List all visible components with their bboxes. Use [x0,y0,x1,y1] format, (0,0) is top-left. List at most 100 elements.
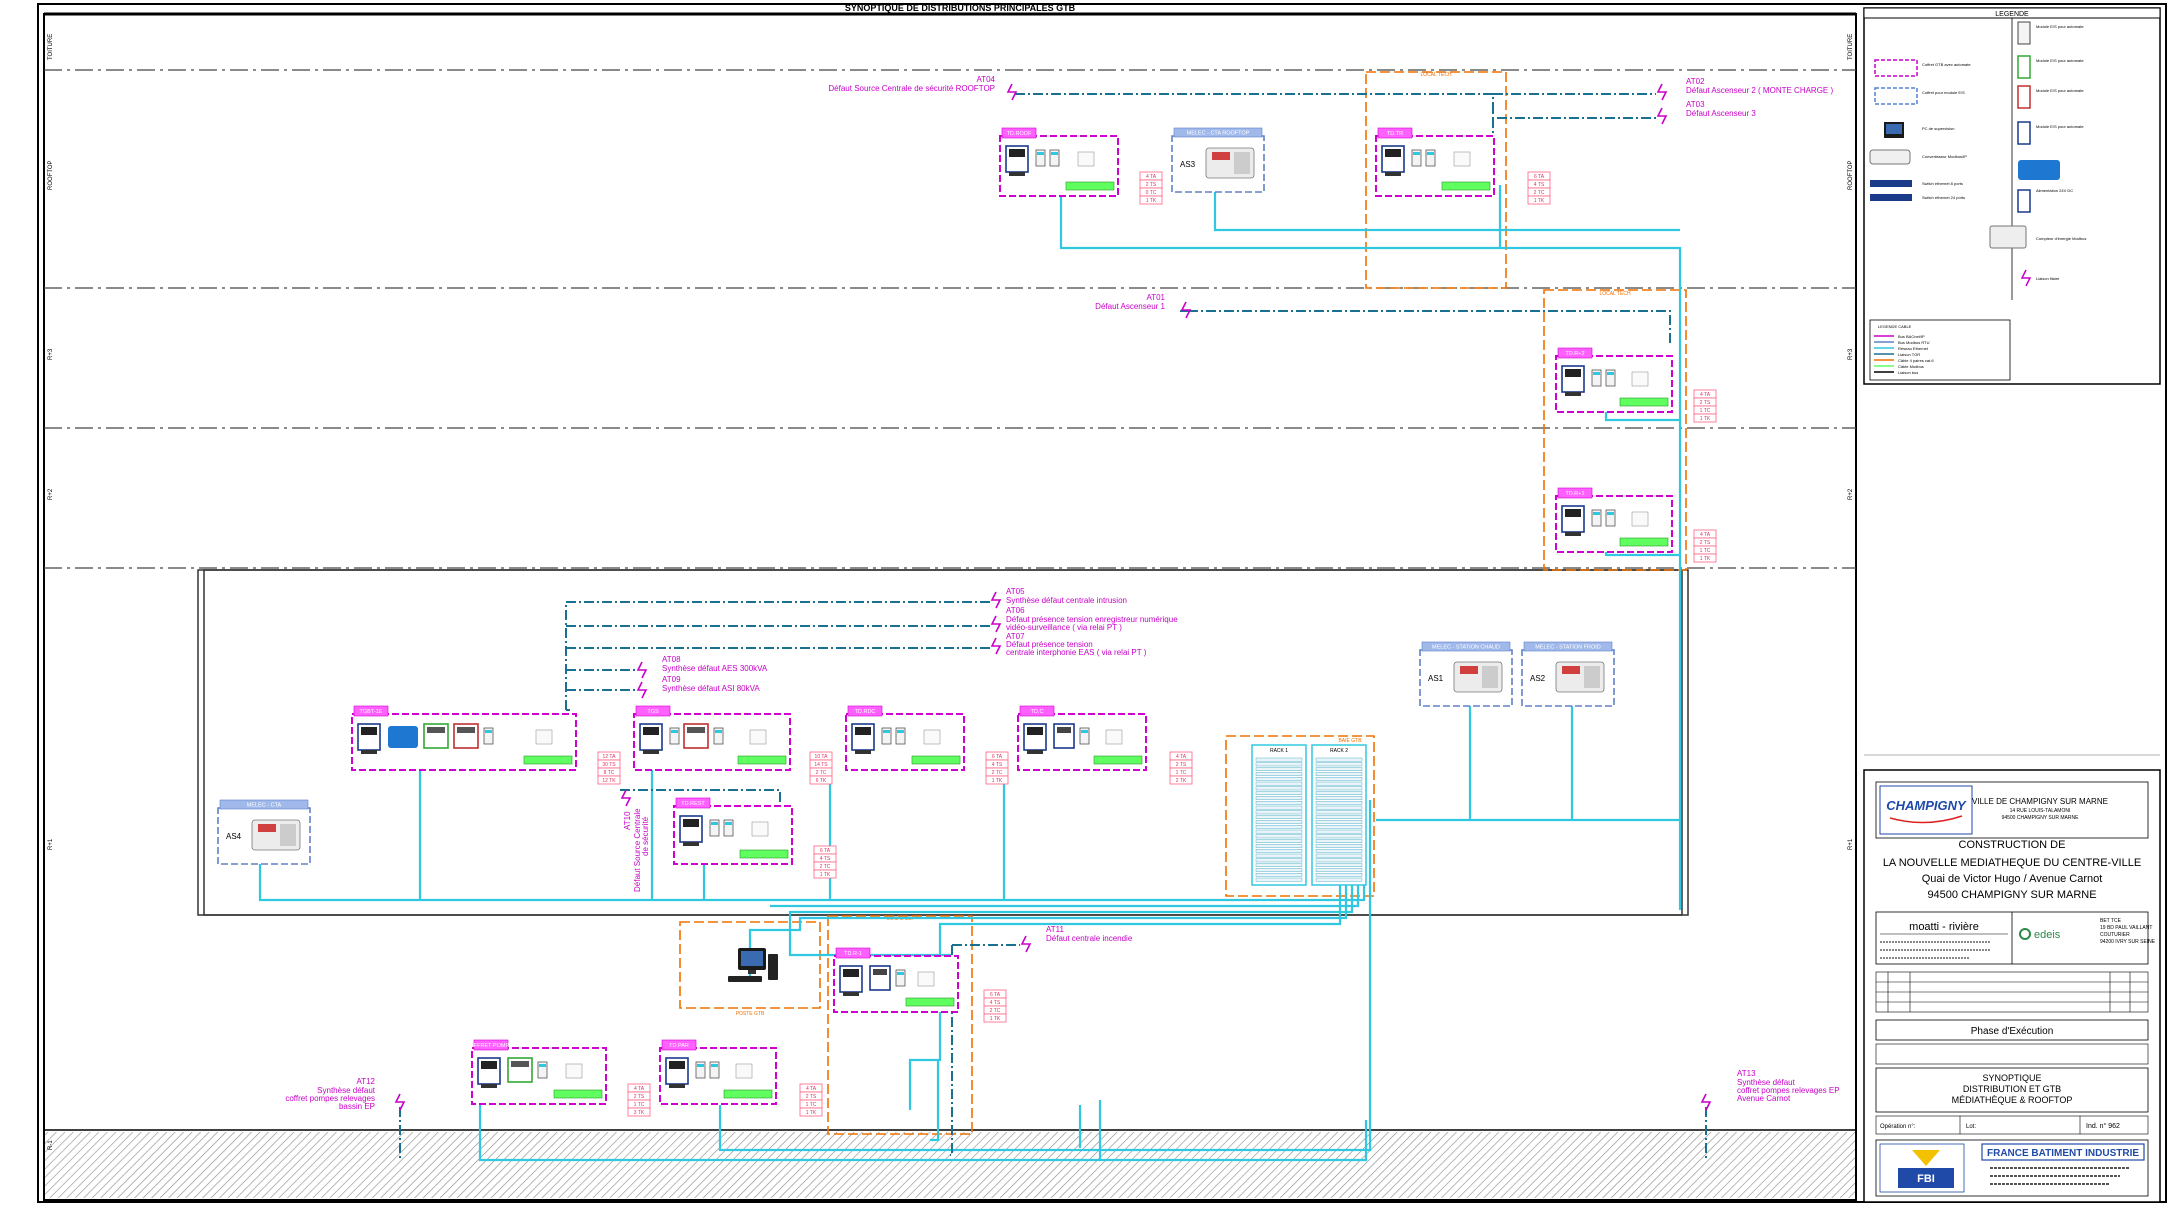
project-line-1: CONSTRUCTION DE [1959,839,2066,851]
svg-text:ROOFTOP: ROOFTOP [1848,160,1854,190]
meter-code: AS2 [1530,674,1546,683]
io-tag-box: 4 TA 2 TS 1 TC 1 TK [1693,529,1717,563]
gtb-panel[interactable]: TD.R+1 [1555,487,1673,553]
panel-name: TD.REST [681,801,705,807]
svg-text:Alimentation 24V DC: Alimentation 24V DC [2036,188,2073,193]
io-tag: 1 TK [1534,198,1545,204]
rack-slot [1315,868,1363,872]
meter-label: MELEC - STATION FROID [1535,645,1601,651]
rack-slot [1315,772,1363,776]
svg-text:AT09: AT09 [662,675,681,684]
panel-name: TD.TR [1387,131,1403,137]
svg-text:SYNOPTIQUE: SYNOPTIQUE [1982,1073,2041,1083]
legend-panel: LEGENDE Coffret GTB avec automate Coffre… [1863,7,2161,385]
gtb-panel[interactable]: TD.ROOF [999,127,1119,197]
gtb-panel[interactable]: TD.TR [1375,127,1495,197]
svg-text:Switch ethernet 24 ports: Switch ethernet 24 ports [1922,195,1965,200]
io-tag-box: 10 TA 14 TS 2 TC 6 TK [809,751,833,785]
rack-slot [1315,858,1363,863]
gtb-panel[interactable]: TD.PAR [659,1039,777,1105]
svg-text:VILLE DE CHAMPIGNY SUR MARNE: VILLE DE CHAMPIGNY SUR MARNE [1972,797,2108,806]
io-tag: 1 TK [1700,556,1711,562]
svg-text:LOCAL TECH: LOCAL TECH [1420,72,1452,78]
rack-slot [1315,805,1363,810]
rack-slot [1315,820,1363,824]
gtb-panel[interactable]: COFFRET POMPES [466,1039,607,1105]
gtb-panel[interactable]: TGBT-1E [351,705,577,771]
io-tag: 1 TK [820,872,831,878]
svg-text:BAIE GTB: BAIE GTB [1338,738,1362,744]
rack-slot [1255,757,1303,762]
supervision-pc-icon[interactable] [728,948,778,982]
meter-label: MELEC - CTA ROOFTOP [1187,131,1250,137]
rack-slot [1255,767,1303,771]
energy-meter[interactable]: MELEC - CTA ROOFTOP AS3 [1171,127,1265,193]
svg-text:AT01: AT01 [1146,293,1165,302]
svg-text:DISTRIBUTION ET GTB: DISTRIBUTION ET GTB [1963,1084,2061,1094]
rack-slot [1315,796,1363,800]
svg-text:LEGENDE CABLE: LEGENDE CABLE [1878,324,1912,329]
gtb-panel[interactable]: TD.RDC [845,705,965,771]
gtb-panel[interactable]: TD.C [1017,705,1147,771]
svg-text:AT10: AT10 [623,811,632,830]
power-supply-bar [553,1089,603,1099]
power-supply-bar [739,849,789,859]
io-tag: 4 TA [1146,174,1157,180]
svg-text:COUTURIER: COUTURIER [2100,932,2130,938]
io-tag-box: 4 TA 2 TS 1 TC 2 TK [1169,751,1193,785]
rack-slot [1315,781,1363,786]
io-tag: 2 TC [816,770,827,776]
svg-text:LA NOUVELLE MEDIATHEQUE DU CEN: LA NOUVELLE MEDIATHEQUE DU CENTRE-VILLE [1883,857,2141,869]
io-tag: 2 TS [634,1094,645,1100]
rack-slot [1315,791,1363,795]
meter-label: MELEC - CTA [247,803,282,809]
power-supply-bar [523,755,573,765]
io-tag: 1 TK [990,1016,1001,1022]
io-tag: 12 TA [603,754,617,760]
io-tag: 6 TA [992,754,1003,760]
power-supply-bar [1093,755,1143,765]
svg-text:Synthèse défaut AES 300kVA: Synthèse défaut AES 300kVA [662,664,768,673]
ground-hatch [45,1132,1855,1198]
gtb-panel[interactable]: TGS [633,705,791,771]
rack-slot [1315,834,1363,839]
svg-text:Quai de Victor Hugo / Avenue C: Quai de Victor Hugo / Avenue Carnot [1922,873,2103,885]
synoptic-diagram: SYNOPTIQUE DE DISTRIBUTIONS PRINCIPALES … [37,3,2167,1203]
io-tag: 10 TA [815,754,829,760]
energy-meter[interactable]: MELEC - STATION FROID AS2 [1521,641,1615,707]
drawing-frame [43,13,1857,1201]
energy-meter[interactable]: MELEC - CTA AS4 [217,799,311,865]
alarm-code-AT04: AT04 [976,75,995,84]
svg-text:Synthèse défaut centrale intru: Synthèse défaut centrale intrusion [1006,596,1127,605]
rack-slot [1255,858,1303,863]
io-tag: 0 TC [1146,190,1157,196]
rack-slot [1315,767,1363,771]
io-tag: 4 TA [634,1086,645,1092]
svg-text:POSTE GTB: POSTE GTB [736,1011,765,1017]
io-tag: 4 TS [990,1000,1001,1006]
svg-text:AT06: AT06 [1006,606,1025,615]
svg-text:Compteur d'énergie Modbus: Compteur d'énergie Modbus [2036,236,2086,241]
svg-text:Défaut Source Centrale de sécu: Défaut Source Centrale de sécurité ROOFT… [828,84,995,93]
energy-meter[interactable]: MELEC - STATION CHAUD AS1 [1419,641,1513,707]
gtb-panel[interactable]: TD.R-1 [833,947,959,1013]
rack-slot [1315,810,1363,815]
gtb-panel[interactable]: TD.REST [673,797,793,865]
io-tag: 6 TA [990,992,1001,998]
rack-slot [1255,781,1303,786]
company-logo: FBI [1917,1173,1935,1185]
io-tag: 2 TK [1176,778,1187,784]
gtb-panel[interactable]: TD.R+2 [1555,347,1673,413]
cable-legend-label: Liaison bus [1898,370,1918,375]
rack-slot [1315,786,1363,791]
svg-text:Coffret pour module E/S: Coffret pour module E/S [1922,90,1965,95]
io-tag: 1 TC [1700,408,1711,414]
svg-text:R+3: R+3 [1848,348,1854,360]
rack-slot [1315,762,1363,767]
svg-text:RACK 1: RACK 1 [1270,748,1288,754]
orange-zones [679,71,1687,1135]
svg-text:Convertisseur Modbus/IP: Convertisseur Modbus/IP [1922,154,1967,159]
power-supply-bar [1441,181,1491,191]
svg-text:de sécurité: de sécurité [641,816,650,856]
rack-slot [1255,796,1303,800]
